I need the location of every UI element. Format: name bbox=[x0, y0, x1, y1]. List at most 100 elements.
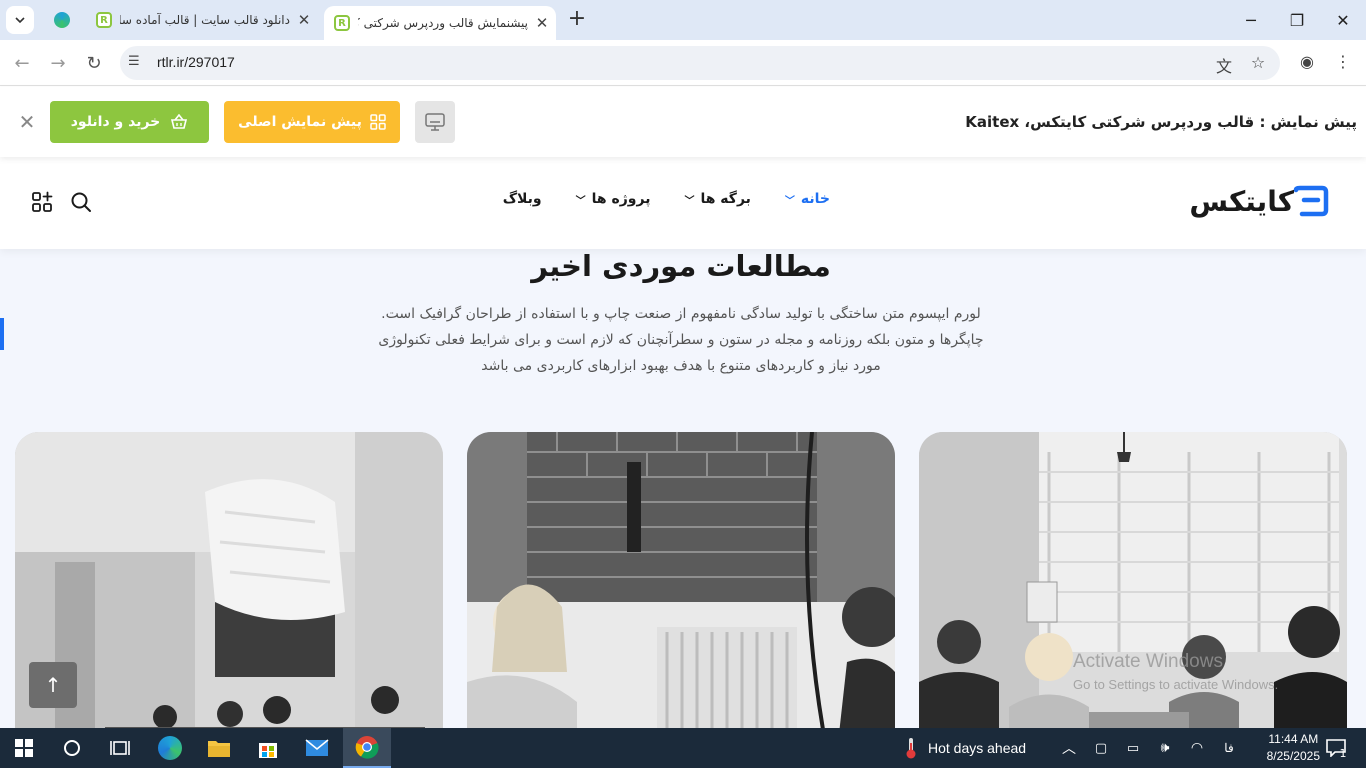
chevron-down-icon: ﹀ bbox=[575, 195, 586, 207]
volume-icon: 🕪 bbox=[1160, 740, 1170, 756]
tab-search-button[interactable] bbox=[6, 6, 34, 34]
windows-logo-icon bbox=[15, 739, 33, 757]
tray-battery[interactable]: ▭ bbox=[1122, 728, 1144, 768]
chevron-up-icon: ︿ bbox=[1062, 741, 1076, 757]
main-demo-button[interactable]: پیش نمایش اصلی bbox=[224, 101, 400, 143]
taskbar-file-explorer[interactable] bbox=[195, 728, 243, 768]
taskbar-chrome[interactable] bbox=[343, 728, 391, 768]
meeting-room-photo bbox=[15, 432, 443, 728]
cortana-circle-icon bbox=[64, 740, 80, 756]
tab-pinned[interactable] bbox=[46, 0, 76, 40]
restore-icon[interactable]: ❐ bbox=[1274, 0, 1320, 40]
edge-icon bbox=[158, 736, 182, 760]
buy-download-button[interactable]: خرید و دانلود bbox=[50, 101, 209, 143]
taskbar-store[interactable] bbox=[244, 728, 292, 768]
buy-label: خرید و دانلود bbox=[70, 114, 161, 130]
close-tab-icon[interactable]: ✕ bbox=[528, 14, 556, 32]
tab-title: دانلود قالب سایت | قالب آماده سا bbox=[120, 13, 290, 27]
tray-network[interactable]: ◠ bbox=[1186, 728, 1208, 768]
nav-item-blog[interactable]: وبلاگ bbox=[503, 191, 542, 207]
demo-label: پیش نمایش اصلی bbox=[238, 114, 362, 130]
nav-label: پروژه ها bbox=[591, 191, 651, 207]
reload-button[interactable]: ↻ bbox=[80, 49, 108, 77]
arrow-up-icon: ↑ bbox=[44, 673, 62, 697]
tab-title: پیشنمایش قالب وردپرس شرکتی کا bbox=[358, 16, 528, 30]
weather-text: Hot days ahead bbox=[928, 740, 1027, 756]
store-icon bbox=[259, 743, 277, 758]
nav-item-pages[interactable]: برگه ها ﹀ bbox=[684, 191, 750, 207]
grid-icon bbox=[370, 114, 386, 130]
nav-label: برگه ها bbox=[700, 191, 751, 207]
wifi-icon: ◠ bbox=[1190, 740, 1204, 756]
site-settings-icon[interactable]: ☰ bbox=[128, 54, 146, 72]
logo-text: کایتکس bbox=[1189, 184, 1295, 218]
rtl-icon: R bbox=[96, 12, 112, 28]
close-icon[interactable]: ✕ bbox=[16, 111, 38, 133]
description-line: لورم ایپسوم متن ساختگی با تولید سادگی نا… bbox=[381, 306, 981, 322]
notification-count: 1 bbox=[1339, 746, 1347, 760]
profile-icon[interactable]: ◉ bbox=[1296, 52, 1318, 74]
address-bar[interactable]: ☰ rtlr.ir/297017 文 ☆ bbox=[120, 46, 1280, 80]
section-title: مطالعات موردی اخیر bbox=[531, 249, 831, 283]
rtl-icon: R bbox=[334, 15, 350, 31]
system-clock[interactable]: 11:44 AM 8/25/2025 bbox=[1267, 731, 1320, 765]
scroll-to-top-button[interactable]: ↑ bbox=[29, 662, 77, 708]
tab-preview-active[interactable]: R پیشنمایش قالب وردپرس شرکتی کا ✕ bbox=[324, 6, 556, 40]
main-nav: خانه ﹀ برگه ها ﹀ پروژه ها ﹀ وبلاگ bbox=[503, 191, 830, 207]
edge-icon bbox=[54, 12, 70, 28]
brick-wall-office-photo bbox=[467, 432, 895, 728]
device-toggle-button[interactable] bbox=[415, 101, 455, 143]
chevron-down-icon bbox=[15, 17, 25, 24]
site-header: کایتکس خانه ﹀ برگه ها ﹀ پروژه ها ﹀ وبلاگ bbox=[0, 157, 1366, 249]
description-line: چاپگرها و متون بلکه روزنامه و مجله در ست… bbox=[378, 332, 984, 348]
weather-widget[interactable]: Hot days ahead bbox=[904, 728, 1054, 768]
back-button[interactable]: ← bbox=[8, 49, 36, 77]
browser-tab-strip: R دانلود قالب سایت | قالب آماده سا ✕ R پ… bbox=[0, 0, 1366, 40]
notifications-button[interactable]: 1 bbox=[1318, 728, 1354, 768]
search-taskbar-button[interactable] bbox=[48, 728, 96, 768]
taskbar-edge[interactable] bbox=[146, 728, 194, 768]
browser-toolbar: ← → ↻ ☰ rtlr.ir/297017 文 ☆ ◉ ⋮ bbox=[0, 40, 1366, 86]
case-study-card-image[interactable] bbox=[15, 432, 443, 728]
search-icon[interactable] bbox=[70, 191, 92, 213]
forward-button[interactable]: → bbox=[44, 49, 72, 77]
case-studies-section: مطالعات موردی اخیر لورم ایپسوم متن ساختگ… bbox=[0, 249, 1366, 728]
description-line: مورد نیاز و کاربردهای متنوع با هدف بهبود… bbox=[481, 358, 881, 374]
close-tab-icon[interactable]: ✕ bbox=[290, 11, 318, 29]
basket-icon bbox=[171, 114, 188, 129]
nav-label: وبلاگ bbox=[502, 191, 542, 207]
tray-volume[interactable]: 🕪 bbox=[1154, 728, 1176, 768]
chevron-down-icon: ﹀ bbox=[784, 195, 795, 207]
new-tab-button[interactable]: + bbox=[566, 8, 588, 30]
preview-title: پیش نمایش : قالب وردپرس شرکتی کایتکس، Ka… bbox=[965, 113, 1357, 131]
start-button[interactable] bbox=[0, 728, 48, 768]
tab-download-template[interactable]: R دانلود قالب سایت | قالب آماده سا ✕ bbox=[86, 0, 318, 40]
battery-icon: ▭ bbox=[1126, 740, 1140, 756]
nav-item-projects[interactable]: پروژه ها ﹀ bbox=[576, 191, 651, 207]
watermark-title: Activate Windows bbox=[1073, 651, 1223, 672]
mail-icon bbox=[305, 739, 329, 756]
close-window-icon[interactable]: ✕ bbox=[1320, 0, 1366, 40]
thermometer-icon bbox=[906, 738, 916, 759]
task-view-button[interactable] bbox=[96, 728, 144, 768]
show-hidden-icons-button[interactable]: ︿ bbox=[1058, 728, 1080, 768]
nav-item-home[interactable]: خانه ﹀ bbox=[785, 191, 830, 207]
nav-label: خانه bbox=[800, 191, 830, 207]
minimize-icon[interactable]: ─ bbox=[1228, 0, 1274, 40]
translate-icon[interactable]: 文 bbox=[1214, 53, 1234, 76]
taskbar-mail[interactable] bbox=[293, 728, 341, 768]
section-description: لورم ایپسوم متن ساختگی با تولید سادگی نا… bbox=[356, 301, 1006, 379]
chrome-icon bbox=[355, 736, 379, 759]
task-view-icon bbox=[110, 741, 130, 755]
menu-icon[interactable]: ⋮ bbox=[1332, 52, 1354, 74]
chevron-down-icon: ﹀ bbox=[684, 195, 695, 207]
tray-meet-icon[interactable]: ▢ bbox=[1090, 728, 1112, 768]
apps-menu-icon[interactable] bbox=[31, 191, 53, 213]
windows-taskbar: Hot days ahead ︿ ▢ ▭ 🕪 ◠ فا 11:44 AM 8/2… bbox=[0, 728, 1366, 768]
bookmark-star-icon[interactable]: ☆ bbox=[1248, 53, 1268, 73]
logo-mark-icon bbox=[1293, 185, 1329, 217]
language-indicator[interactable]: فا bbox=[1218, 728, 1240, 768]
case-study-card-image[interactable] bbox=[467, 432, 895, 728]
site-logo[interactable]: کایتکس bbox=[1189, 181, 1330, 221]
preview-bar: پیش نمایش : قالب وردپرس شرکتی کایتکس، Ka… bbox=[0, 87, 1366, 157]
